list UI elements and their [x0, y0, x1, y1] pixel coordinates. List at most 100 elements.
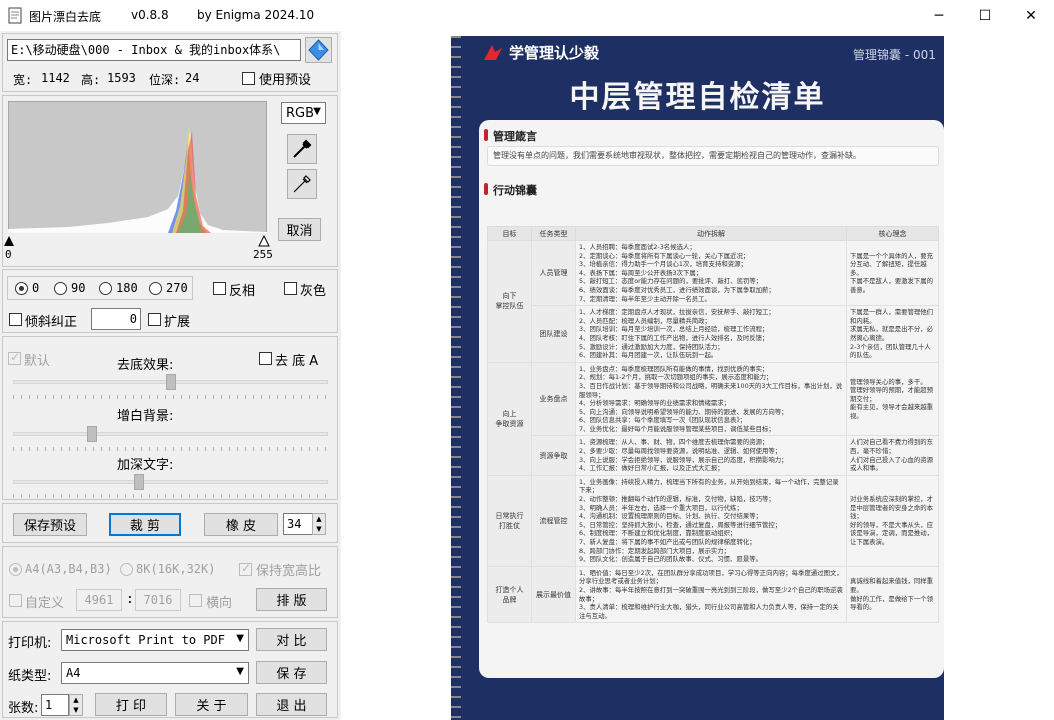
- channel-value: RGB: [286, 106, 315, 121]
- open-file-button[interactable]: [305, 37, 332, 63]
- a4-radio[interactable]: [9, 563, 22, 576]
- rotate-180-radio[interactable]: [99, 282, 112, 295]
- width-label: 宽:: [13, 73, 33, 87]
- custom-label: 自定义: [25, 596, 65, 611]
- col-type: 任务类型: [531, 226, 576, 241]
- table-row: 团队建设 1、人才梯度：定期盘点人才现状，拉拔亲信，安抚帮手、敲打短工； 2、人员…: [488, 305, 939, 363]
- deskew-checkbox[interactable]: [9, 313, 22, 326]
- app-author: by Enigma 2024.10: [197, 8, 315, 22]
- spiral-binding: [451, 36, 461, 720]
- spin-down-icon: ▼: [316, 525, 322, 533]
- spin-up-icon: ▲: [73, 696, 79, 704]
- default-checkbox[interactable]: [8, 350, 21, 365]
- custom-checkbox[interactable]: [9, 594, 22, 607]
- actions-group: 保存预设 裁 剪 橡 皮 34 ▲ ▼: [2, 503, 338, 543]
- title-bar: 图片漂白去底 v0.8.8 by Enigma 2024.10 ─ ☐ ✕: [0, 0, 1054, 31]
- actions-cell: 1、人才梯度：定期盘点人才现状，拉拔亲信，安抚帮手、敲打短工； 2、人员匹配：梳…: [575, 305, 847, 363]
- black-point-value: 0: [5, 248, 12, 261]
- darken-track: [13, 480, 328, 484]
- deskew-label: 倾斜纠正: [25, 315, 78, 330]
- goal-cell: 向下 掌控队伍: [487, 240, 532, 363]
- section-actions-heading: 行动锦囊: [484, 183, 537, 197]
- gray-checkbox[interactable]: [284, 282, 297, 295]
- maximize-icon: ☐: [978, 7, 992, 24]
- remove-a-label: 去 底 A: [275, 354, 319, 369]
- use-preset-label: 使用预设: [259, 73, 312, 88]
- darken-slider[interactable]: [134, 474, 144, 490]
- action-table: 目标 任务类型 动作拆解 核心理念 向下 掌控队伍 人员管理 1、人员招聘：每季度面…: [487, 226, 939, 624]
- printer-label: 打印机:: [8, 636, 52, 651]
- black-eyedropper-button[interactable]: [287, 134, 317, 164]
- landscape-label: 横向: [206, 596, 233, 611]
- type-cell: 业务盘点: [531, 361, 576, 437]
- a4-label: A4(A3,B4,B3): [25, 562, 112, 576]
- landscape-checkbox[interactable]: [189, 594, 202, 607]
- image-viewer[interactable]: 学管理认少毅 管理锦囊 - 001 中层管理自检清单 管理箴言 管理没有单点的问…: [341, 31, 1054, 720]
- channel-select[interactable]: RGB ▼: [281, 102, 326, 124]
- actions-cell: 1、业务画像：持续投入精力，梳理当下所有的业务，从开始到结束，每一个动作，完整记…: [575, 474, 847, 567]
- paper-type-value: A4: [66, 666, 81, 680]
- rotate-0-radio[interactable]: [15, 282, 28, 295]
- type-cell: 流程管控: [531, 474, 576, 567]
- printer-select[interactable]: Microsoft Print to PDF ▼: [61, 629, 249, 651]
- brand-name: 学管理认少毅: [509, 44, 600, 62]
- maximize-button[interactable]: ☐: [962, 0, 1008, 31]
- deskew-angle-input[interactable]: 0: [91, 308, 141, 330]
- cancel-button[interactable]: 取消: [278, 218, 321, 241]
- whiten-slider[interactable]: [86, 426, 97, 442]
- eraser-size-input[interactable]: 34: [283, 513, 313, 535]
- actions-cell: 1、人员招聘：每季度面试2-3名候选人； 2、定期谈心：每季度将所有下属谈心一轮…: [575, 239, 847, 307]
- goal-cell: 日常执行 打胜仗: [487, 474, 532, 567]
- minimize-button[interactable]: ─: [916, 0, 962, 31]
- copies-input[interactable]: 1: [41, 694, 69, 716]
- keep-ratio-checkbox[interactable]: [239, 561, 252, 576]
- use-preset-checkbox[interactable]: [242, 72, 255, 85]
- app-version: v0.8.8: [131, 8, 169, 22]
- close-icon: ✕: [1025, 7, 1037, 24]
- copies-spinner[interactable]: ▲ ▼: [69, 694, 83, 716]
- invert-checkbox[interactable]: [213, 282, 226, 295]
- remove-bg-ticks: [13, 395, 329, 399]
- rotate-270-radio[interactable]: [149, 282, 162, 295]
- chevron-down-icon: ▼: [236, 633, 244, 644]
- white-point-handle[interactable]: [258, 235, 270, 247]
- custom-width-input[interactable]: 4961: [76, 589, 122, 611]
- rotate-90-label: 90: [71, 281, 86, 295]
- file-group: E:\移动硬盘\000 - Inbox & 我的inbox体系\ 宽: 1142…: [2, 33, 338, 92]
- paper-type-select[interactable]: A4 ▼: [61, 662, 249, 684]
- actions-cell: 1、业务盘点：每季度梳理团队所有能做的事情，找到优质的事实； 2、规划：每1-2…: [575, 361, 847, 437]
- remove-a-checkbox[interactable]: [259, 352, 272, 365]
- white-eyedropper-button[interactable]: [287, 169, 317, 199]
- invert-label: 反相: [229, 284, 256, 299]
- histogram-chart: [8, 101, 267, 233]
- save-button[interactable]: 保 存: [256, 661, 327, 684]
- black-point-handle[interactable]: [3, 235, 15, 247]
- expand-checkbox[interactable]: [148, 313, 161, 326]
- idea-cell: 对业务系统应深刻的掌控，才是中层管理者的安身之命的本钱； 好的领导，不是大事从头…: [846, 474, 939, 567]
- col-actions: 动作拆解: [575, 226, 847, 241]
- print-button[interactable]: 打 印: [95, 693, 167, 716]
- height-label: 高:: [81, 73, 101, 87]
- remove-bg-slider[interactable]: [165, 374, 176, 390]
- rotate-90-radio[interactable]: [54, 282, 67, 295]
- chevron-down-icon: ▼: [236, 666, 244, 677]
- expand-label: 扩展: [164, 315, 191, 330]
- remove-bg-label: 去底效果:: [117, 358, 174, 373]
- close-button[interactable]: ✕: [1008, 0, 1054, 31]
- save-preset-button[interactable]: 保存预设: [13, 513, 87, 536]
- print-group: 打印机: Microsoft Print to PDF ▼ 对 比 纸类型: A…: [2, 621, 338, 718]
- compare-button[interactable]: 对 比: [256, 628, 327, 651]
- 8k-radio[interactable]: [120, 563, 133, 576]
- size-separator: :: [126, 592, 134, 607]
- whiten-ticks: [13, 447, 329, 451]
- exit-button[interactable]: 退 出: [256, 693, 327, 716]
- custom-height-input[interactable]: 7016: [135, 589, 181, 611]
- eraser-size-spinner[interactable]: ▲ ▼: [312, 513, 326, 535]
- file-path-input[interactable]: E:\移动硬盘\000 - Inbox & 我的inbox体系\: [7, 39, 301, 61]
- crop-button[interactable]: 裁 剪: [109, 513, 181, 536]
- table-row: 打造个人 品牌 展示最价值 1、晒价值：每日至少2次，在团队群分享成功项目，学习心得…: [487, 565, 939, 624]
- eraser-button[interactable]: 橡 皮: [204, 513, 278, 536]
- about-button[interactable]: 关 于: [175, 693, 248, 716]
- layout-button[interactable]: 排 版: [256, 588, 327, 611]
- darken-ticks: [13, 494, 329, 498]
